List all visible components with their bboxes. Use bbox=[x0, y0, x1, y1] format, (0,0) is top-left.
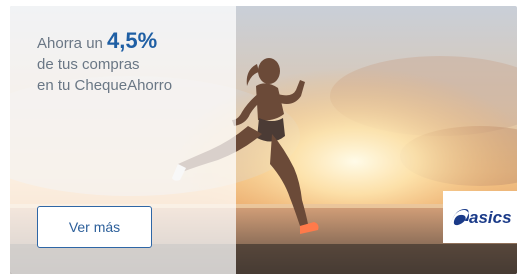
promo-line-1: Ahorra un 4,5% bbox=[37, 30, 172, 54]
brand-wordmark: asics bbox=[469, 208, 512, 227]
asics-logo: asics bbox=[443, 191, 517, 243]
promo-banner[interactable]: Ahorra un 4,5% de tus compras en tu Cheq… bbox=[10, 6, 517, 274]
promo-line-3: en tu ChequeAhorro bbox=[37, 77, 173, 94]
ver-mas-button[interactable]: Ver más bbox=[37, 206, 152, 248]
promo-percentage: 4,5% bbox=[107, 28, 158, 53]
promo-panel: Ahorra un 4,5% de tus compras en tu Cheq… bbox=[10, 6, 236, 274]
asics-logo-mark: asics bbox=[450, 208, 512, 227]
promo-headline: Ahorra un 4,5% de tus compras en tu Cheq… bbox=[37, 30, 172, 96]
promo-line-2: de tus compras bbox=[37, 56, 140, 73]
promo-prefix: Ahorra un bbox=[37, 35, 103, 52]
